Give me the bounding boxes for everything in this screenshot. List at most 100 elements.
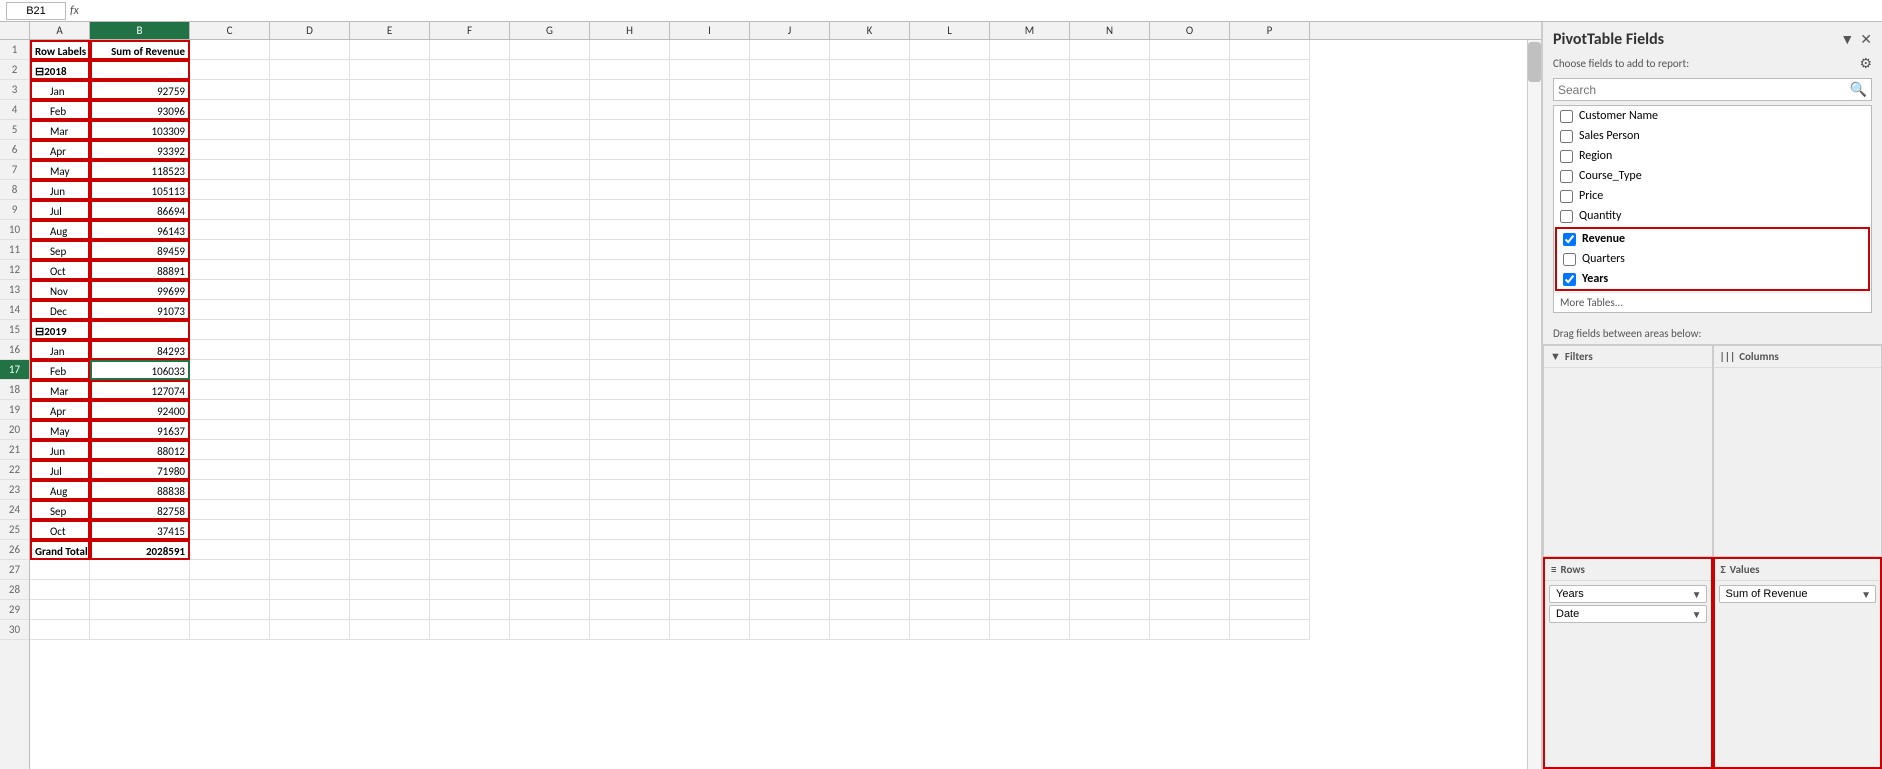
empty-cell-7-1[interactable] — [270, 160, 350, 180]
cell-b-22[interactable]: 71980 — [90, 460, 190, 480]
cell-b-8[interactable]: 105113 — [90, 180, 190, 200]
empty-cell-15-6[interactable] — [670, 320, 750, 340]
cell-a-4[interactable]: Feb — [30, 100, 90, 120]
empty-cell-16-4[interactable] — [510, 340, 590, 360]
col-header-c[interactable]: C — [190, 22, 270, 39]
col-header-b[interactable]: B — [90, 22, 190, 39]
empty-cell-13-11[interactable] — [1070, 280, 1150, 300]
empty-cell-12-10[interactable] — [990, 260, 1070, 280]
empty-cell-4-9[interactable] — [910, 100, 990, 120]
empty-cell-16-12[interactable] — [1150, 340, 1230, 360]
empty-cell-7-2[interactable] — [350, 160, 430, 180]
cell-b-9[interactable]: 86694 — [90, 200, 190, 220]
empty-cell-5-8[interactable] — [830, 120, 910, 140]
empty-cell-16-13[interactable] — [1230, 340, 1310, 360]
empty-cell-26-1[interactable] — [270, 540, 350, 560]
empty-cell-23-11[interactable] — [1070, 480, 1150, 500]
empty-cell-15-5[interactable] — [590, 320, 670, 340]
field-quarters[interactable]: Quarters — [1557, 249, 1868, 269]
empty-cell-4-4[interactable] — [510, 100, 590, 120]
empty-cell-25-10[interactable] — [990, 520, 1070, 540]
cell-a-27[interactable] — [30, 560, 90, 580]
empty-cell-12-5[interactable] — [590, 260, 670, 280]
empty-cell-13-1[interactable] — [270, 280, 350, 300]
empty-cell-18-1[interactable] — [270, 380, 350, 400]
empty-cell-11-2[interactable] — [350, 240, 430, 260]
empty-cell-17-3[interactable] — [430, 360, 510, 380]
empty-cell-5-2[interactable] — [350, 120, 430, 140]
table-row[interactable]: Dec91073 — [30, 300, 1527, 320]
empty-cell-4-5[interactable] — [590, 100, 670, 120]
empty-cell-22-3[interactable] — [430, 460, 510, 480]
empty-cell-18-0[interactable] — [190, 380, 270, 400]
table-row[interactable]: May118523 — [30, 160, 1527, 180]
empty-cell-6-12[interactable] — [1150, 140, 1230, 160]
empty-cell-4-8[interactable] — [830, 100, 910, 120]
table-row[interactable]: Oct37415 — [30, 520, 1527, 540]
empty-cell-6-7[interactable] — [750, 140, 830, 160]
table-row[interactable] — [30, 620, 1527, 640]
empty-cell-10-12[interactable] — [1150, 220, 1230, 240]
empty-cell-3-10[interactable] — [990, 80, 1070, 100]
empty-cell-5-9[interactable] — [910, 120, 990, 140]
cell-b-18[interactable]: 127074 — [90, 380, 190, 400]
empty-cell-10-0[interactable] — [190, 220, 270, 240]
empty-cell-28-8[interactable] — [830, 580, 910, 600]
empty-cell-1-8[interactable] — [830, 40, 910, 60]
empty-cell-2-3[interactable] — [430, 60, 510, 80]
empty-cell-15-2[interactable] — [350, 320, 430, 340]
empty-cell-21-1[interactable] — [270, 440, 350, 460]
empty-cell-20-3[interactable] — [430, 420, 510, 440]
empty-cell-18-12[interactable] — [1150, 380, 1230, 400]
empty-cell-11-1[interactable] — [270, 240, 350, 260]
empty-cell-9-5[interactable] — [590, 200, 670, 220]
empty-cell-2-0[interactable] — [190, 60, 270, 80]
empty-cell-15-4[interactable] — [510, 320, 590, 340]
empty-cell-12-1[interactable] — [270, 260, 350, 280]
empty-cell-19-2[interactable] — [350, 400, 430, 420]
col-header-f[interactable]: F — [430, 22, 510, 39]
table-row[interactable]: ⊟2018 — [30, 60, 1527, 80]
empty-cell-24-1[interactable] — [270, 500, 350, 520]
empty-cell-19-10[interactable] — [990, 400, 1070, 420]
empty-cell-30-9[interactable] — [910, 620, 990, 640]
empty-cell-8-13[interactable] — [1230, 180, 1310, 200]
table-row[interactable]: Aug88838 — [30, 480, 1527, 500]
empty-cell-7-8[interactable] — [830, 160, 910, 180]
empty-cell-8-12[interactable] — [1150, 180, 1230, 200]
empty-cell-18-6[interactable] — [670, 380, 750, 400]
empty-cell-7-5[interactable] — [590, 160, 670, 180]
empty-cell-30-3[interactable] — [430, 620, 510, 640]
empty-cell-14-7[interactable] — [750, 300, 830, 320]
empty-cell-20-11[interactable] — [1070, 420, 1150, 440]
empty-cell-27-12[interactable] — [1150, 560, 1230, 580]
empty-cell-25-13[interactable] — [1230, 520, 1310, 540]
empty-cell-24-12[interactable] — [1150, 500, 1230, 520]
empty-cell-6-10[interactable] — [990, 140, 1070, 160]
col-header-e[interactable]: E — [350, 22, 430, 39]
cell-a-15[interactable]: ⊟2019 — [30, 320, 90, 340]
empty-cell-22-6[interactable] — [670, 460, 750, 480]
empty-cell-23-2[interactable] — [350, 480, 430, 500]
col-header-n[interactable]: N — [1070, 22, 1150, 39]
empty-cell-25-1[interactable] — [270, 520, 350, 540]
empty-cell-21-0[interactable] — [190, 440, 270, 460]
cell-a-12[interactable]: Oct — [30, 260, 90, 280]
rows-years-select[interactable]: Years — [1556, 588, 1686, 600]
empty-cell-6-5[interactable] — [590, 140, 670, 160]
empty-cell-28-4[interactable] — [510, 580, 590, 600]
empty-cell-19-5[interactable] — [590, 400, 670, 420]
cell-a-13[interactable]: Nov — [30, 280, 90, 300]
empty-cell-1-11[interactable] — [1070, 40, 1150, 60]
empty-cell-26-9[interactable] — [910, 540, 990, 560]
empty-cell-16-10[interactable] — [990, 340, 1070, 360]
cell-b-21[interactable]: 88012 — [90, 440, 190, 460]
empty-cell-23-1[interactable] — [270, 480, 350, 500]
empty-cell-11-11[interactable] — [1070, 240, 1150, 260]
empty-cell-22-7[interactable] — [750, 460, 830, 480]
empty-cell-22-2[interactable] — [350, 460, 430, 480]
empty-cell-17-1[interactable] — [270, 360, 350, 380]
empty-cell-24-6[interactable] — [670, 500, 750, 520]
cell-b-1[interactable]: Sum of Revenue — [90, 40, 190, 60]
empty-cell-28-1[interactable] — [270, 580, 350, 600]
